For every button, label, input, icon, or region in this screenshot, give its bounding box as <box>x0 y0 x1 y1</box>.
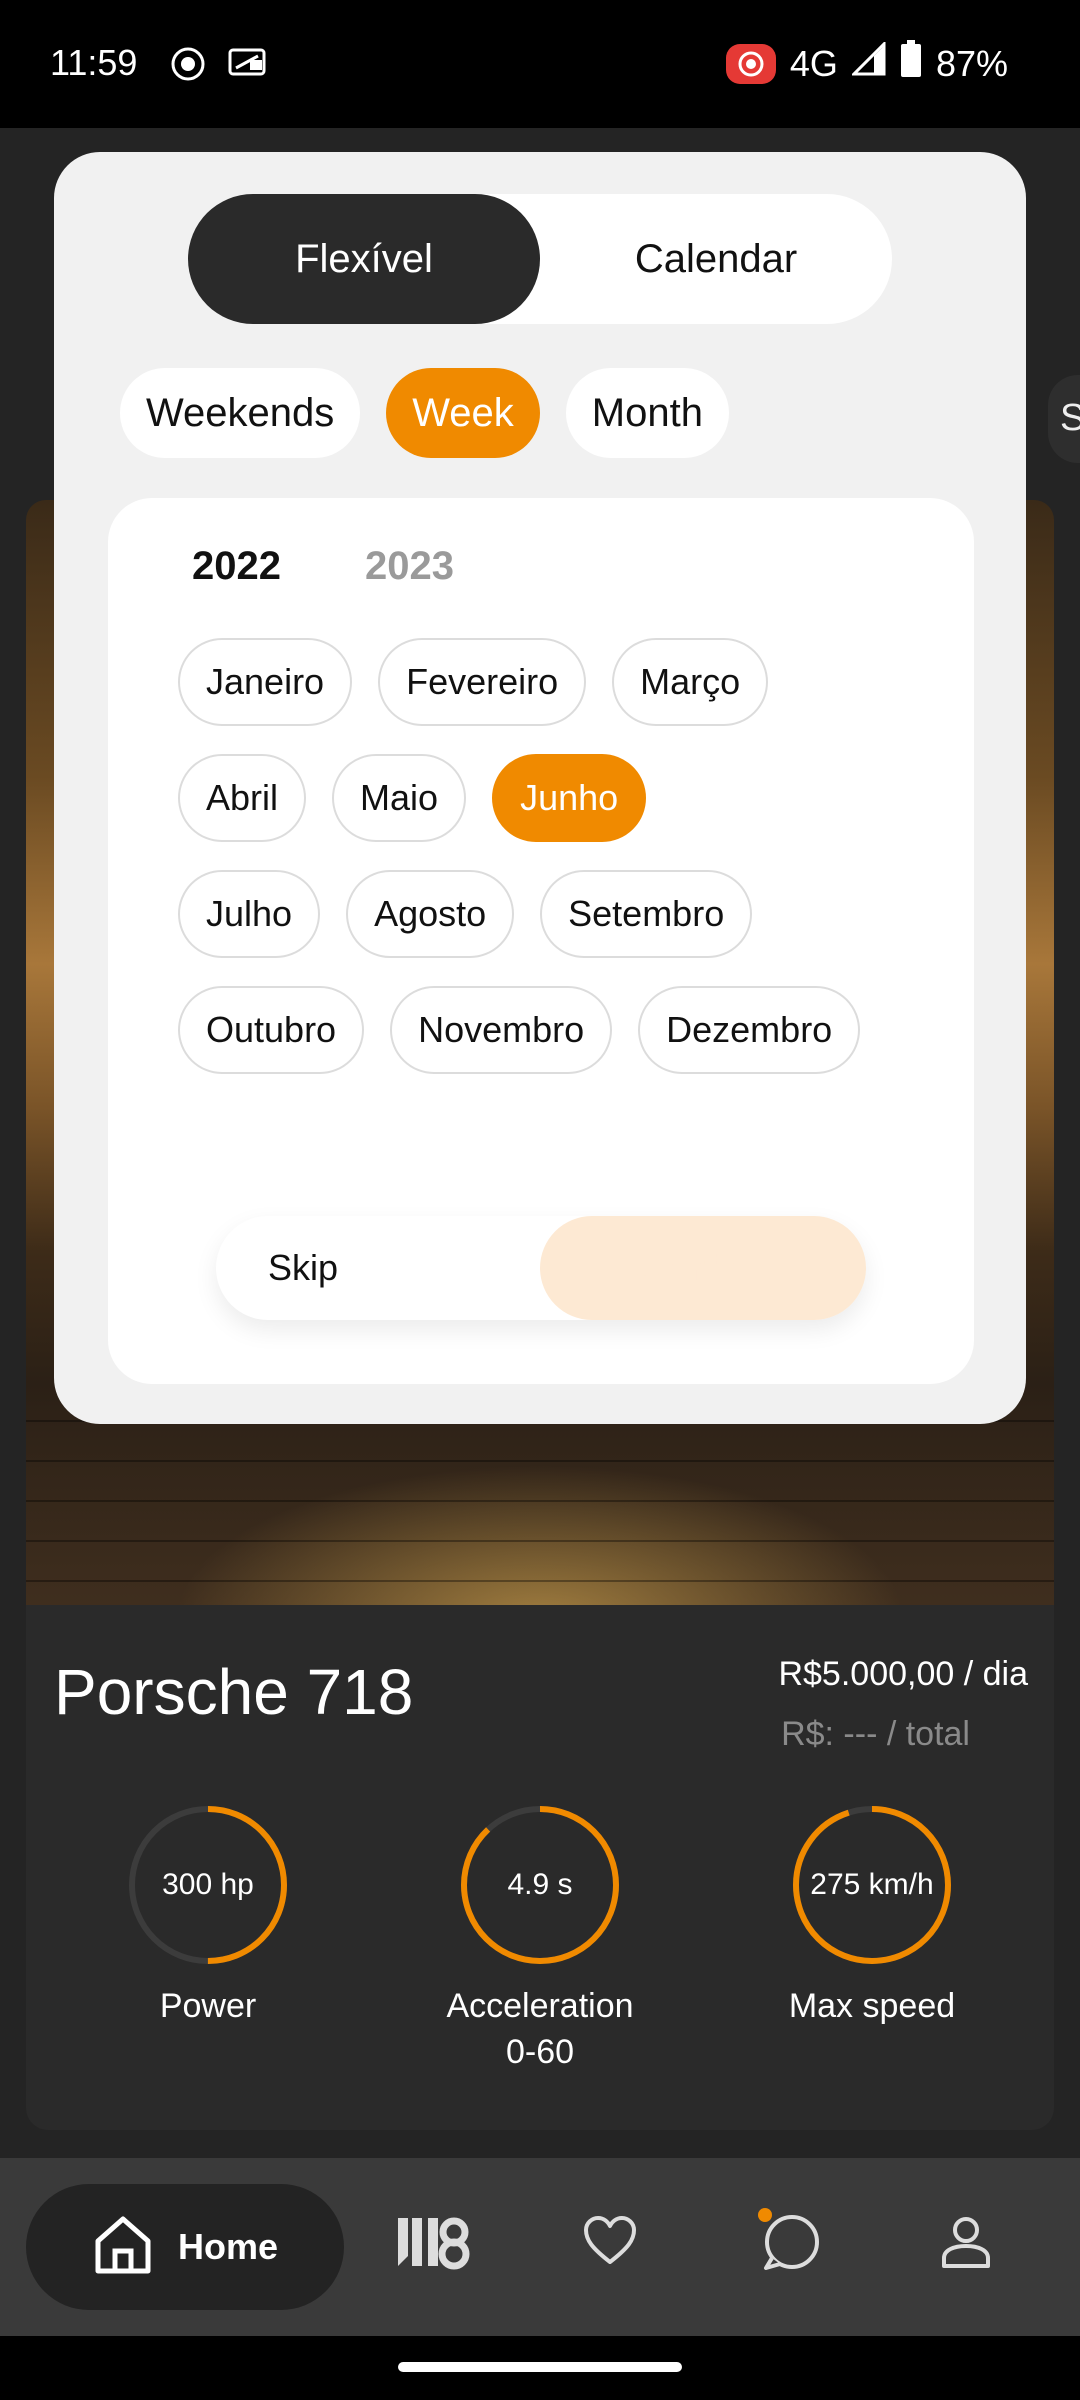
nav-home-label: Home <box>178 2226 279 2267</box>
nav-home[interactable]: Home <box>26 2184 344 2310</box>
acceleration-label: Acceleration 0-60 <box>446 1987 634 2071</box>
month-picker-card: 2022 2023 Janeiro Fevereiro Março Abril … <box>108 498 974 1384</box>
mode-segmented-control: Flexível Calendar <box>188 194 892 324</box>
car-name: Porsche 718 <box>54 1656 414 1728</box>
side-chip[interactable]: Su <box>1048 375 1080 463</box>
battery-percent: 87% <box>935 42 1008 84</box>
stat-max-speed: 275 km/h Max speed <box>742 1805 1002 2029</box>
month-novembro[interactable]: Novembro <box>390 986 613 1074</box>
price-per-day: R$5.000,00 / dia <box>778 1655 1028 1693</box>
status-time: 11:59 <box>50 42 138 83</box>
modal-actions: Skip Confirm <box>216 1216 866 1320</box>
period-weekends[interactable]: Weekends <box>120 368 361 458</box>
power-gauge: 300 hp <box>128 1805 288 1965</box>
price-total: R$: --- / total <box>781 1715 970 1753</box>
max-speed-value: 275 km/h <box>810 1868 934 1901</box>
recording-badge-icon <box>725 43 776 84</box>
month-marco[interactable]: Março <box>612 638 769 726</box>
power-label: Power <box>159 1987 257 2025</box>
network-label: 4G <box>789 42 838 84</box>
gesture-handle[interactable] <box>398 2362 682 2372</box>
acceleration-value: 4.9 s <box>507 1868 573 1901</box>
home-icon <box>94 2215 152 2280</box>
month-junho[interactable]: Junho <box>492 754 647 842</box>
stat-acceleration: 4.9 s Acceleration 0-60 <box>410 1805 670 2075</box>
side-chip-label: Su <box>1060 397 1080 439</box>
nav-brand-logo-icon[interactable] <box>394 2214 470 2277</box>
month-dezembro[interactable]: Dezembro <box>638 986 861 1074</box>
gesture-bar-area <box>0 2336 1080 2400</box>
month-janeiro[interactable]: Janeiro <box>178 638 353 726</box>
power-value: 300 hp <box>162 1868 254 1901</box>
year-tab-2022[interactable]: 2022 <box>192 544 281 589</box>
segment-calendar[interactable]: Calendar <box>540 194 892 324</box>
year-tabs: 2022 2023 <box>192 544 454 589</box>
confirm-button[interactable]: Confirm <box>540 1216 866 1320</box>
month-julho[interactable]: Julho <box>178 870 321 958</box>
month-abril[interactable]: Abril <box>178 754 307 842</box>
year-tab-2023[interactable]: 2023 <box>365 544 454 589</box>
period-month[interactable]: Month <box>565 368 729 458</box>
nav-profile-icon[interactable] <box>938 2214 994 2275</box>
month-maio[interactable]: Maio <box>332 754 467 842</box>
month-fevereiro[interactable]: Fevereiro <box>378 638 587 726</box>
car-info-panel: Porsche 718 R$5.000,00 / dia R$: --- / t… <box>26 1605 1054 2130</box>
chat-notification-dot <box>758 2208 772 2222</box>
bottom-navigation: Home <box>0 2158 1080 2336</box>
nav-favorites-heart-icon[interactable] <box>582 2214 638 2271</box>
max-speed-gauge: 275 km/h <box>792 1805 952 1965</box>
date-picker-modal: Flexível Calendar Weekends Week Month 20… <box>54 152 1026 1424</box>
month-outubro[interactable]: Outubro <box>178 986 365 1074</box>
acceleration-gauge: 4.9 s <box>460 1805 620 1965</box>
month-setembro[interactable]: Setembro <box>540 870 753 958</box>
month-grid: Janeiro Fevereiro Março Abril Maio Junho… <box>178 638 908 1102</box>
skip-button[interactable]: Skip <box>268 1216 338 1320</box>
period-week[interactable]: Week <box>386 368 540 458</box>
period-options: Weekends Week Month <box>120 368 729 458</box>
stat-power: 300 hp Power <box>78 1805 338 2029</box>
cast-icon <box>228 46 268 83</box>
signal-icon <box>850 40 886 85</box>
nav-chat-icon[interactable] <box>758 2208 820 2277</box>
status-bar: 11:59 4G 87% <box>0 0 1080 128</box>
month-agosto[interactable]: Agosto <box>346 870 515 958</box>
battery-icon <box>900 40 922 87</box>
screen-record-icon <box>170 46 206 87</box>
segment-flexible[interactable]: Flexível <box>188 194 540 324</box>
max-speed-label: Max speed <box>788 1987 956 2025</box>
